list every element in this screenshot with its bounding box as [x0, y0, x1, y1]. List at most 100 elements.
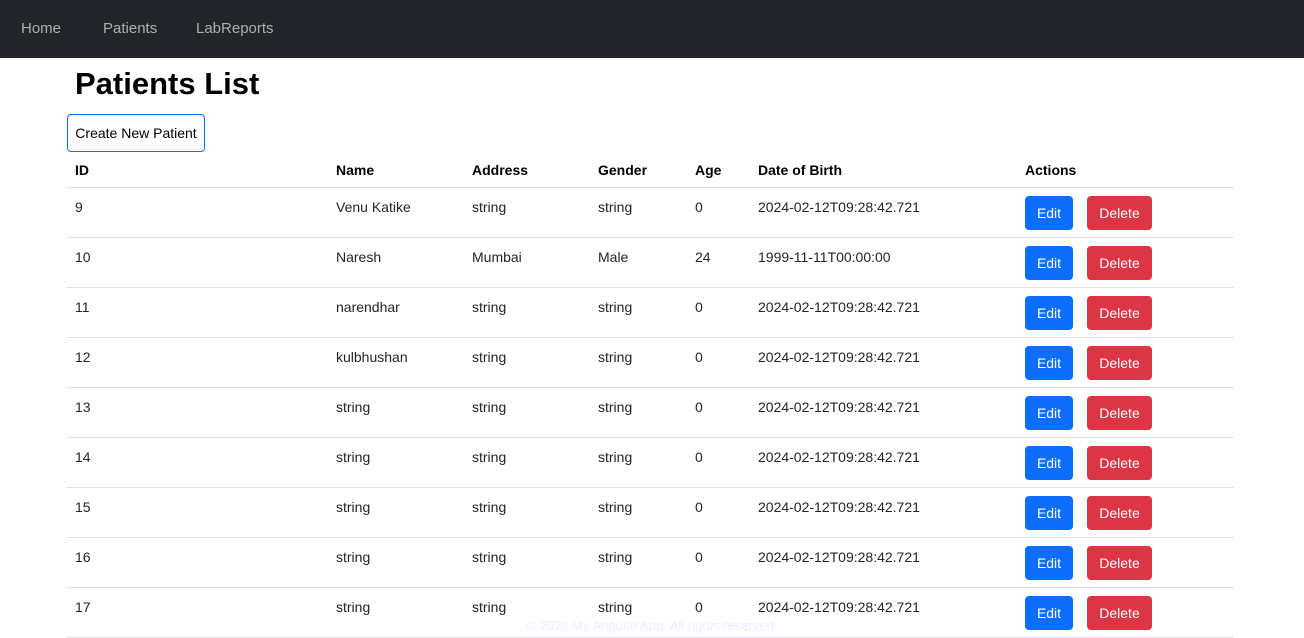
- cell-id: 14: [67, 437, 328, 488]
- table-row: 9 Venu Katike string string 0 2024-02-12T09:2…: [67, 187, 1234, 238]
- nav-link-home[interactable]: Home: [21, 20, 61, 38]
- cell-id: 9: [67, 187, 328, 238]
- cell-address-text: string: [472, 498, 507, 515]
- cell-age-text: 0: [695, 548, 703, 565]
- cell-gender: string: [590, 487, 687, 538]
- cell-name-text: string: [336, 598, 371, 615]
- cell-address: string: [464, 287, 590, 338]
- cell-age: 0: [687, 387, 750, 438]
- edit-button[interactable]: Edit: [1025, 195, 1073, 230]
- cell-gender: string: [590, 287, 687, 338]
- cell-age-text: 24: [695, 248, 711, 265]
- cell-age: 0: [687, 487, 750, 538]
- column-header-dob: Date of Birth: [750, 152, 1017, 188]
- edit-button[interactable]: Edit: [1025, 445, 1073, 480]
- cell-dob-text: 2024-02-12T09:28:42.721: [758, 298, 920, 315]
- cell-name: string: [328, 537, 464, 588]
- cell-dob: 1999-11-11T00:00:00: [750, 237, 1017, 288]
- cell-actions: Edit Delete: [1017, 487, 1234, 538]
- cell-id-text: 16: [75, 548, 91, 565]
- delete-button[interactable]: Delete: [1087, 445, 1152, 480]
- cell-age: 24: [687, 237, 750, 288]
- cell-dob-text: 2024-02-12T09:28:42.721: [758, 548, 920, 565]
- cell-dob-text: 2024-02-12T09:28:42.721: [758, 598, 920, 615]
- edit-button[interactable]: Edit: [1025, 395, 1073, 430]
- top-navbar: Home Patients LabReports: [0, 0, 1304, 58]
- cell-name-text: string: [336, 548, 371, 565]
- table-row: 10 Naresh Mumbai Male 24 1999-11-11T00:00:00 E…: [67, 237, 1234, 288]
- cell-age-text: 0: [695, 598, 703, 615]
- cell-gender-text: string: [598, 398, 633, 415]
- cell-gender-text: string: [598, 498, 633, 515]
- cell-gender-text: string: [598, 348, 633, 365]
- delete-button[interactable]: Delete: [1087, 295, 1152, 330]
- cell-age: 0: [687, 537, 750, 588]
- cell-age: 0: [687, 187, 750, 238]
- column-header-address: Address: [464, 152, 590, 188]
- cell-address: Mumbai: [464, 237, 590, 288]
- cell-gender: string: [590, 387, 687, 438]
- nav-link-patients[interactable]: Patients: [103, 20, 157, 38]
- cell-id-text: 10: [75, 248, 91, 265]
- cell-name-text: string: [336, 498, 371, 515]
- cell-address-text: string: [472, 598, 507, 615]
- cell-id-text: 14: [75, 448, 91, 465]
- delete-button[interactable]: Delete: [1087, 345, 1152, 380]
- cell-address-text: string: [472, 298, 507, 315]
- cell-address: string: [464, 537, 590, 588]
- cell-name-text: narendhar: [336, 298, 400, 315]
- cell-age-text: 0: [695, 498, 703, 515]
- cell-name: narendhar: [328, 287, 464, 338]
- cell-actions: Edit Delete: [1017, 187, 1234, 238]
- cell-gender-text: string: [598, 548, 633, 565]
- table-row: 14 string string string 0 2024-02-12T09:28:42…: [67, 437, 1234, 488]
- cell-id-text: 15: [75, 498, 91, 515]
- delete-button[interactable]: Delete: [1087, 195, 1152, 230]
- cell-gender: string: [590, 187, 687, 238]
- cell-name: string: [328, 387, 464, 438]
- cell-age-text: 0: [695, 398, 703, 415]
- edit-button[interactable]: Edit: [1025, 495, 1073, 530]
- delete-button[interactable]: Delete: [1087, 495, 1152, 530]
- cell-gender: string: [590, 437, 687, 488]
- cell-age: 0: [687, 437, 750, 488]
- table-header-row: ID Name Address Gender Age Date of Birth…: [67, 152, 1234, 188]
- cell-name-text: Naresh: [336, 248, 382, 265]
- cell-id: 11: [67, 287, 328, 338]
- edit-button[interactable]: Edit: [1025, 345, 1073, 380]
- cell-name-text: Venu Katike: [336, 198, 411, 215]
- cell-dob-text: 2024-02-12T09:28:42.721: [758, 398, 920, 415]
- cell-name: Naresh: [328, 237, 464, 288]
- delete-button[interactable]: Delete: [1087, 245, 1152, 280]
- cell-address: string: [464, 387, 590, 438]
- delete-button[interactable]: Delete: [1087, 545, 1152, 580]
- cell-gender: string: [590, 537, 687, 588]
- cell-address-text: string: [472, 348, 507, 365]
- column-header-actions: Actions: [1017, 152, 1234, 188]
- cell-age-text: 0: [695, 198, 703, 215]
- table-row: 16 string string string 0 2024-02-12T09:28:42…: [67, 537, 1234, 588]
- nav-link-labreports[interactable]: LabReports: [196, 20, 274, 38]
- cell-actions: Edit Delete: [1017, 537, 1234, 588]
- delete-button[interactable]: Delete: [1087, 395, 1152, 430]
- cell-id: 16: [67, 537, 328, 588]
- table-row: 15 string string string 0 2024-02-12T09:28:42…: [67, 487, 1234, 538]
- cell-actions: Edit Delete: [1017, 337, 1234, 388]
- create-new-patient-button[interactable]: Create New Patient: [67, 114, 205, 152]
- cell-id-text: 13: [75, 398, 91, 415]
- cell-dob-text: 1999-11-11T00:00:00: [758, 248, 891, 265]
- edit-button[interactable]: Edit: [1025, 245, 1073, 280]
- table-row: 13 string string string 0 2024-02-12T09:28:42…: [67, 387, 1234, 438]
- edit-button[interactable]: Edit: [1025, 545, 1073, 580]
- edit-button[interactable]: Edit: [1025, 295, 1073, 330]
- cell-gender-text: string: [598, 598, 633, 615]
- cell-gender-text: string: [598, 198, 633, 215]
- cell-age-text: 0: [695, 298, 703, 315]
- cell-dob: 2024-02-12T09:28:42.721: [750, 487, 1017, 538]
- cell-id: 10: [67, 237, 328, 288]
- cell-gender-text: Male: [598, 248, 629, 265]
- cell-gender: string: [590, 337, 687, 388]
- cell-address: string: [464, 337, 590, 388]
- cell-actions: Edit Delete: [1017, 287, 1234, 338]
- cell-dob: 2024-02-12T09:28:42.721: [750, 387, 1017, 438]
